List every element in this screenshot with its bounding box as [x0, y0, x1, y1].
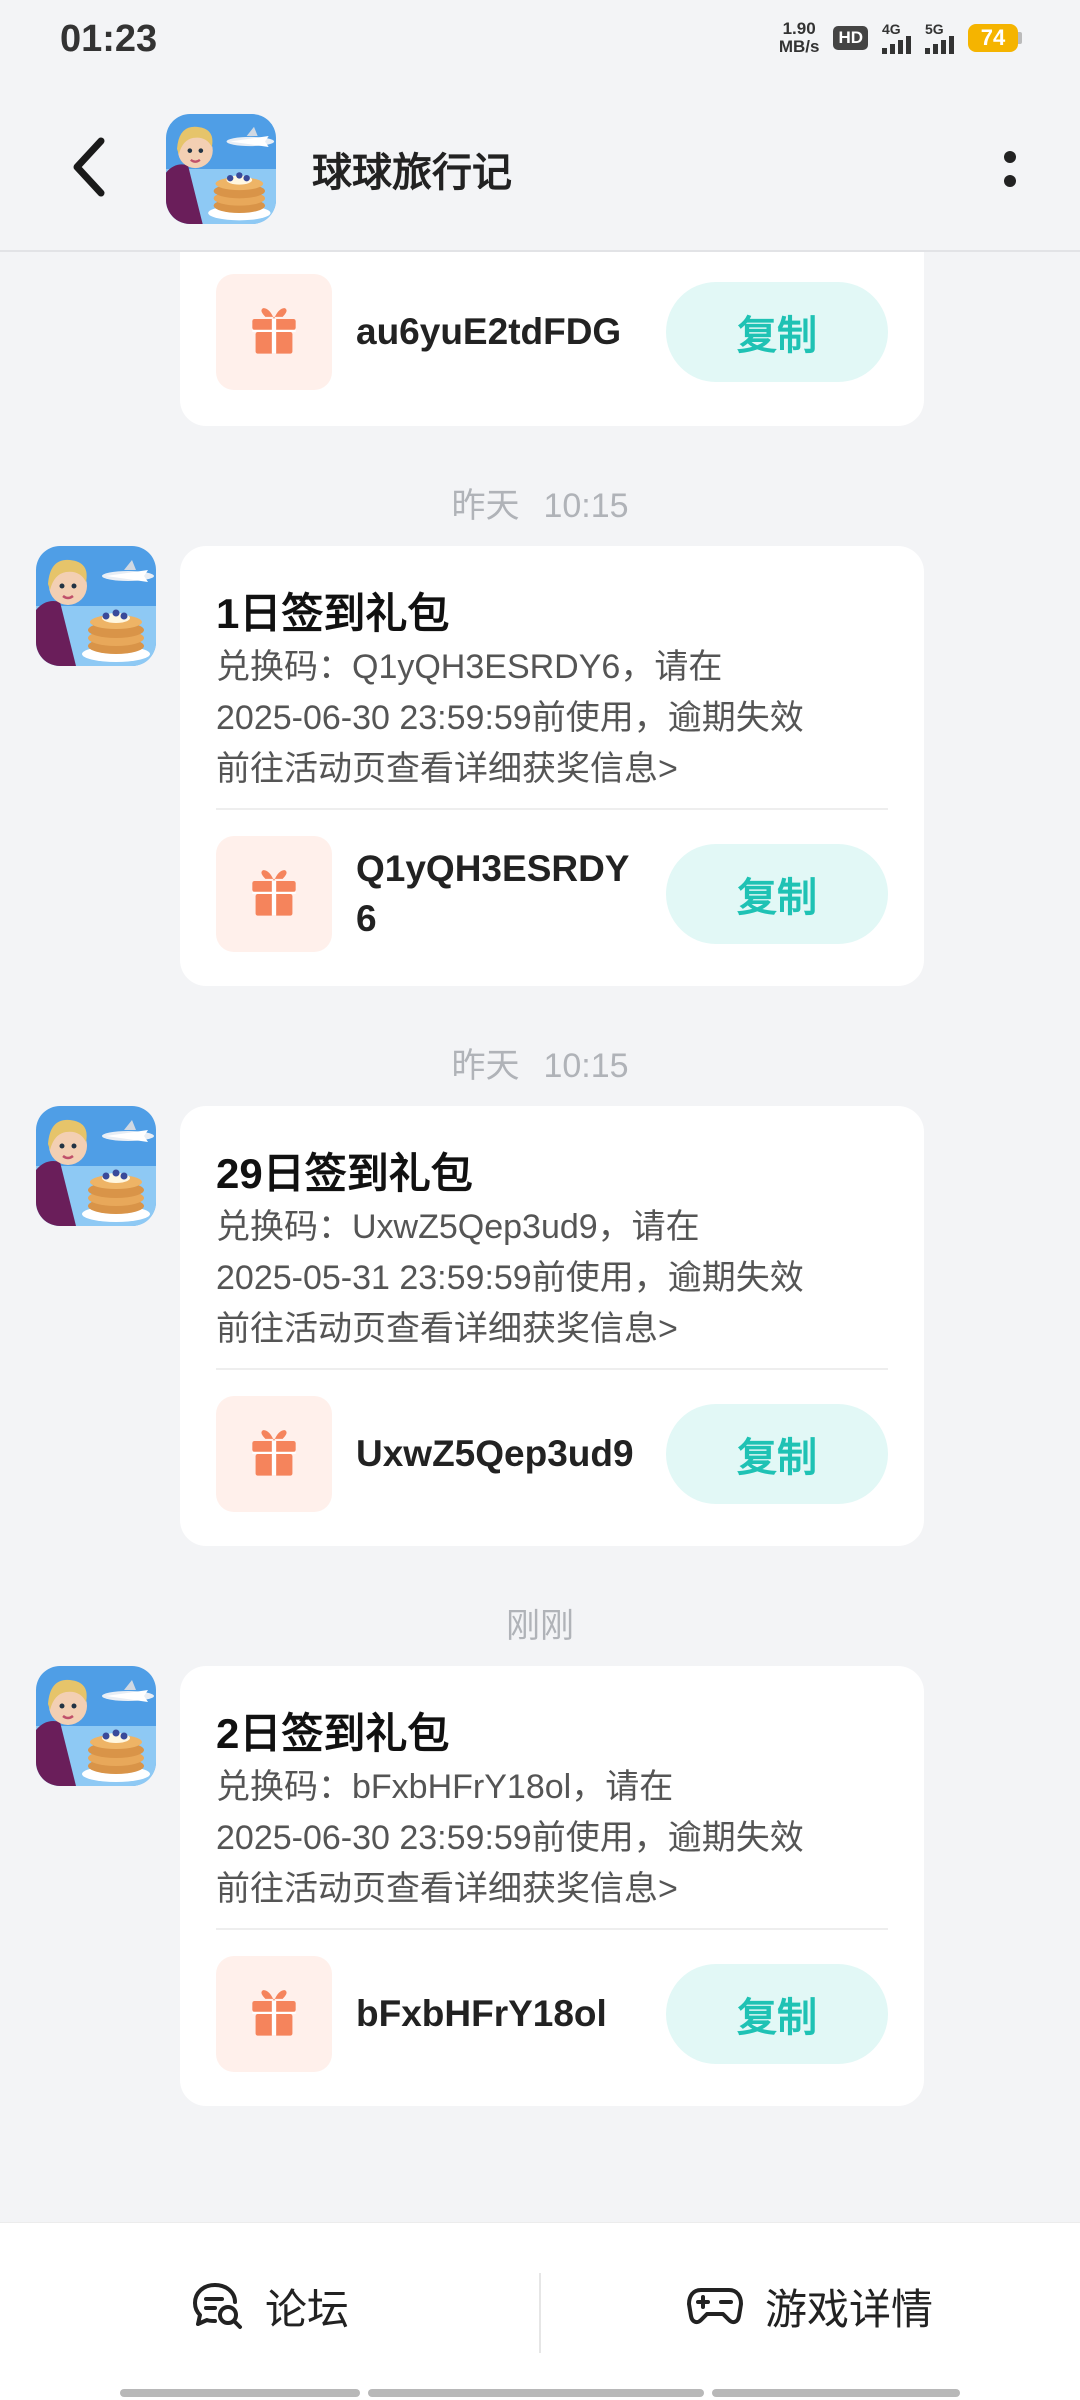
gift-title: 2日签到礼包 — [216, 1710, 450, 1757]
signal-sim1-icon: 4G — [882, 22, 911, 54]
network-speed-value: 1.90 — [782, 19, 816, 38]
more-vertical-icon — [1004, 151, 1016, 163]
gift-title: 1日签到礼包 — [216, 590, 450, 637]
copy-button[interactable]: 复制 — [666, 1404, 888, 1504]
forum-button[interactable]: 论坛 — [0, 2223, 540, 2389]
message-list[interactable]: au6yuE2tdFDG 复制 昨天 10:15 1日签到礼包 兑换码：Q1yQH… — [0, 252, 1080, 2222]
status-bar: 01:23 1.90 MB/s HD 4G 5G 74 — [0, 0, 1080, 84]
more-options-button[interactable] — [980, 134, 1040, 204]
copy-button[interactable]: 复制 — [666, 282, 888, 382]
gift-title: 29日签到礼包 — [216, 1150, 473, 1197]
sim2-network-label: 5G — [925, 21, 944, 37]
gamepad-icon — [686, 2288, 743, 2325]
status-icons: 1.90 MB/s HD 4G 5G 74 — [779, 20, 1022, 56]
code-row: UxwZ5Qep3ud9 复制 — [216, 1396, 888, 1512]
sender-avatar[interactable] — [36, 1666, 156, 1786]
sender-avatar[interactable] — [36, 1106, 156, 1226]
message-timestamp: 昨天 10:15 — [0, 478, 1080, 527]
gift-description: 兑换码：Q1yQH3ESRDY6，请在 2025-06-30 23:59:59前… — [216, 642, 896, 795]
gift-code: au6yuE2tdFDG — [356, 311, 622, 352]
sender-avatar[interactable] — [36, 546, 156, 666]
gift-description: 兑换码：UxwZ5Qep3ud9，请在 2025-05-31 23:59:59前… — [216, 1202, 896, 1355]
chat-header: 球球旅行记 — [0, 84, 1080, 252]
game-details-label: 游戏详情 — [764, 2285, 933, 2333]
hd-voice-icon: HD — [833, 26, 868, 50]
gift-description-line: 2025-06-30 23:59:59前使用，逾期失效 — [216, 699, 804, 737]
timestamp-day: 刚刚 — [506, 1607, 574, 1645]
system-nav-indicator — [120, 2389, 960, 2397]
battery-icon: 74 — [968, 24, 1022, 52]
back-arrow-icon — [73, 137, 105, 197]
message-timestamp: 昨天 10:15 — [0, 1038, 1080, 1087]
network-speed-unit: MB/s — [778, 37, 820, 56]
gift-card: au6yuE2tdFDG 复制 — [180, 252, 924, 426]
game-details-button[interactable]: 游戏详情 — [540, 2223, 1080, 2389]
message-timestamp: 刚刚 — [0, 1598, 1080, 1647]
gift-description-line: 兑换码：UxwZ5Qep3ud9，请在 — [216, 1208, 700, 1246]
network-speed: 1.90 MB/s — [779, 20, 820, 56]
gift-description: 兑换码：bFxbHFrY18ol，请在 2025-06-30 23:59:59前… — [216, 1762, 896, 1915]
sim1-network-label: 4G — [882, 21, 901, 37]
chat-search-icon — [192, 2283, 242, 2329]
activity-link[interactable]: 前往活动页查看详细获奖信息> — [216, 744, 896, 795]
gift-description-line: 兑换码：Q1yQH3ESRDY6，请在 — [216, 648, 723, 686]
code-row: au6yuE2tdFDG 复制 — [216, 274, 888, 390]
status-time: 01:23 — [60, 18, 158, 60]
gift-card: 1日签到礼包 兑换码：Q1yQH3ESRDY6，请在 2025-06-30 23… — [180, 546, 924, 986]
timestamp-clock: 10:15 — [543, 1047, 629, 1085]
copy-button[interactable]: 复制 — [666, 1964, 888, 2064]
gift-icon — [216, 1396, 332, 1512]
gift-code: UxwZ5Qep3ud9 — [356, 1433, 634, 1474]
timestamp-day: 昨天 — [451, 1047, 520, 1085]
timestamp-clock: 10:15 — [543, 487, 629, 525]
card-divider — [216, 1368, 888, 1370]
timestamp-day: 昨天 — [451, 487, 520, 525]
code-row: bFxbHFrY18ol 复制 — [216, 1956, 888, 2072]
gift-description-line: 2025-05-31 23:59:59前使用，逾期失效 — [216, 1259, 804, 1297]
gift-description-line: 兑换码：bFxbHFrY18ol，请在 — [216, 1768, 674, 1806]
activity-link[interactable]: 前往活动页查看详细获奖信息> — [216, 1304, 896, 1355]
gift-description-line: 2025-06-30 23:59:59前使用，逾期失效 — [216, 1819, 804, 1857]
signal-sim2-icon: 5G — [925, 22, 954, 54]
page-title: 球球旅行记 — [312, 151, 512, 195]
gift-code: bFxbHFrY18ol — [356, 1993, 607, 2034]
card-divider — [216, 808, 888, 810]
back-button[interactable] — [54, 132, 124, 202]
gift-code: Q1yQH3ESRDY6 — [356, 848, 630, 939]
card-divider — [216, 1928, 888, 1930]
gift-icon — [216, 274, 332, 390]
gift-card: 2日签到礼包 兑换码：bFxbHFrY18ol，请在 2025-06-30 23… — [180, 1666, 924, 2106]
battery-level: 74 — [968, 24, 1018, 52]
activity-link[interactable]: 前往活动页查看详细获奖信息> — [216, 1864, 896, 1915]
game-avatar[interactable] — [166, 114, 276, 224]
gift-icon — [216, 836, 332, 952]
gift-icon — [216, 1956, 332, 2072]
forum-label: 论坛 — [264, 2285, 349, 2333]
copy-button[interactable]: 复制 — [666, 844, 888, 944]
bottom-bar: 论坛 游戏详情 — [0, 2222, 1080, 2400]
code-row: Q1yQH3ESRDY6 复制 — [216, 836, 888, 952]
gift-card: 29日签到礼包 兑换码：UxwZ5Qep3ud9，请在 2025-05-31 2… — [180, 1106, 924, 1546]
